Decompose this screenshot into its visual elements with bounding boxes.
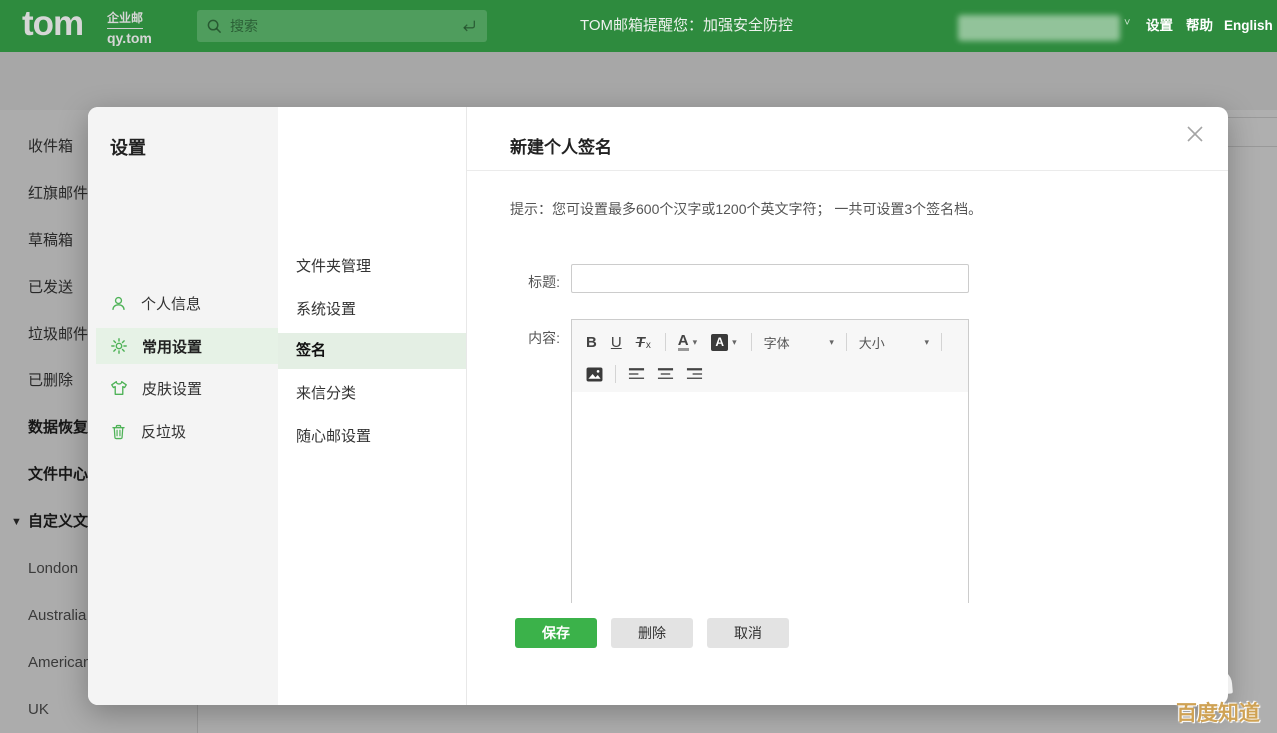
- content-field-label: 内容:: [508, 328, 560, 348]
- chevron-down-icon: ▾: [693, 337, 698, 348]
- category-suixin-mail-settings[interactable]: 随心邮设置: [278, 419, 466, 455]
- editor-toolbar: B U Tx A▾ A▾ 字体▾ 大小▾: [572, 320, 968, 392]
- signature-title-input[interactable]: [571, 264, 969, 293]
- settings-menu-title: 设置: [110, 134, 146, 160]
- baidu-zhidao-watermark: 百度知道: [1176, 697, 1260, 727]
- font-family-select[interactable]: 字体▾: [764, 333, 834, 352]
- gear-icon: [110, 337, 128, 355]
- category-incoming-classification[interactable]: 来信分类: [278, 376, 466, 412]
- search-input[interactable]: [230, 18, 461, 34]
- toolbar-separator: [941, 333, 942, 351]
- font-size-select[interactable]: 大小▾: [859, 333, 929, 352]
- brand-line2: qy.tom: [107, 30, 152, 46]
- chevron-down-icon: ▾: [925, 337, 930, 348]
- panel-divider: [467, 170, 1228, 171]
- toolbar-separator: [751, 333, 752, 351]
- menu-item-skin-settings[interactable]: 皮肤设置: [96, 370, 278, 406]
- trash-icon: [110, 423, 127, 440]
- enter-icon[interactable]: [461, 19, 477, 33]
- app: tom 企业邮 qy.tom TOM邮箱提醒您：加强安全防控 ˅ 设置 帮助 E…: [0, 0, 1277, 733]
- menu-item-label: 皮肤设置: [142, 378, 202, 399]
- align-right-icon: [686, 367, 703, 381]
- align-left-icon: [628, 367, 645, 381]
- topbar-settings-link[interactable]: 设置: [1146, 0, 1173, 52]
- topbar-help-link[interactable]: 帮助: [1186, 0, 1213, 52]
- topbar: tom 企业邮 qy.tom TOM邮箱提醒您：加强安全防控 ˅ 设置 帮助 E…: [0, 0, 1277, 52]
- menu-item-anti-spam[interactable]: 反垃圾: [96, 413, 278, 449]
- signature-panel: 新建个人签名 提示：您可设置最多600个汉字或1200个英文字符； 一共可设置3…: [467, 107, 1228, 705]
- settings-categories: 文件夹管理 系统设置 签名 来信分类 随心邮设置: [278, 107, 467, 705]
- account-blurred[interactable]: [958, 15, 1120, 41]
- align-left-button[interactable]: [628, 367, 645, 381]
- bold-button[interactable]: B: [586, 334, 597, 351]
- chevron-down-icon: ▾: [732, 337, 737, 348]
- panel-title: 新建个人签名: [510, 133, 612, 158]
- menu-item-common-settings[interactable]: 常用设置: [96, 328, 278, 364]
- highlight-color-button[interactable]: A▾: [711, 334, 737, 351]
- signature-editor: B U Tx A▾ A▾ 字体▾ 大小▾: [571, 319, 969, 603]
- brand-block: 企业邮 qy.tom: [107, 9, 152, 46]
- topbar-language-link[interactable]: English: [1224, 0, 1273, 52]
- title-field-label: 标题:: [508, 272, 560, 292]
- tom-logo: tom: [22, 4, 83, 44]
- chevron-down-icon: ▾: [829, 337, 834, 348]
- settings-menu: 设置 个人信息 常用设置 皮肤设置 反垃圾: [88, 107, 278, 705]
- close-icon[interactable]: [1186, 125, 1206, 145]
- underline-button[interactable]: U: [611, 334, 622, 351]
- signature-content-area[interactable]: [572, 392, 968, 603]
- signature-hint: 提示：您可设置最多600个汉字或1200个英文字符； 一共可设置3个签名档。: [510, 199, 982, 219]
- brand-line1: 企业邮: [107, 9, 143, 29]
- category-system-settings[interactable]: 系统设置: [278, 292, 466, 328]
- delete-button[interactable]: 删除: [611, 618, 693, 648]
- align-center-button[interactable]: [657, 367, 674, 381]
- shirt-icon: [110, 379, 128, 397]
- settings-modal: 设置 个人信息 常用设置 皮肤设置 反垃圾 文件夹管理 系统设置 签名 来信分类: [88, 107, 1228, 705]
- insert-image-button[interactable]: [586, 367, 603, 382]
- image-icon: [586, 367, 603, 382]
- search-box[interactable]: [197, 10, 487, 42]
- account-caret-icon[interactable]: ˅: [1124, 17, 1130, 29]
- menu-item-personal-info[interactable]: 个人信息: [96, 285, 278, 321]
- search-icon: [207, 19, 222, 34]
- menu-item-label: 常用设置: [142, 336, 202, 357]
- toolbar-separator: [665, 333, 666, 351]
- clear-format-button[interactable]: Tx: [636, 334, 651, 351]
- category-signature[interactable]: 签名: [278, 333, 466, 369]
- security-notice: TOM邮箱提醒您：加强安全防控: [580, 0, 793, 52]
- toolbar-separator: [615, 365, 616, 383]
- menu-item-label: 反垃圾: [141, 421, 186, 442]
- font-color-button[interactable]: A▾: [678, 333, 697, 351]
- align-right-button[interactable]: [686, 367, 703, 381]
- toolbar-separator: [846, 333, 847, 351]
- save-button[interactable]: 保存: [515, 618, 597, 648]
- menu-item-label: 个人信息: [141, 293, 201, 314]
- align-center-icon: [657, 367, 674, 381]
- person-icon: [110, 295, 127, 312]
- category-folder-management[interactable]: 文件夹管理: [278, 249, 466, 285]
- cancel-button[interactable]: 取消: [707, 618, 789, 648]
